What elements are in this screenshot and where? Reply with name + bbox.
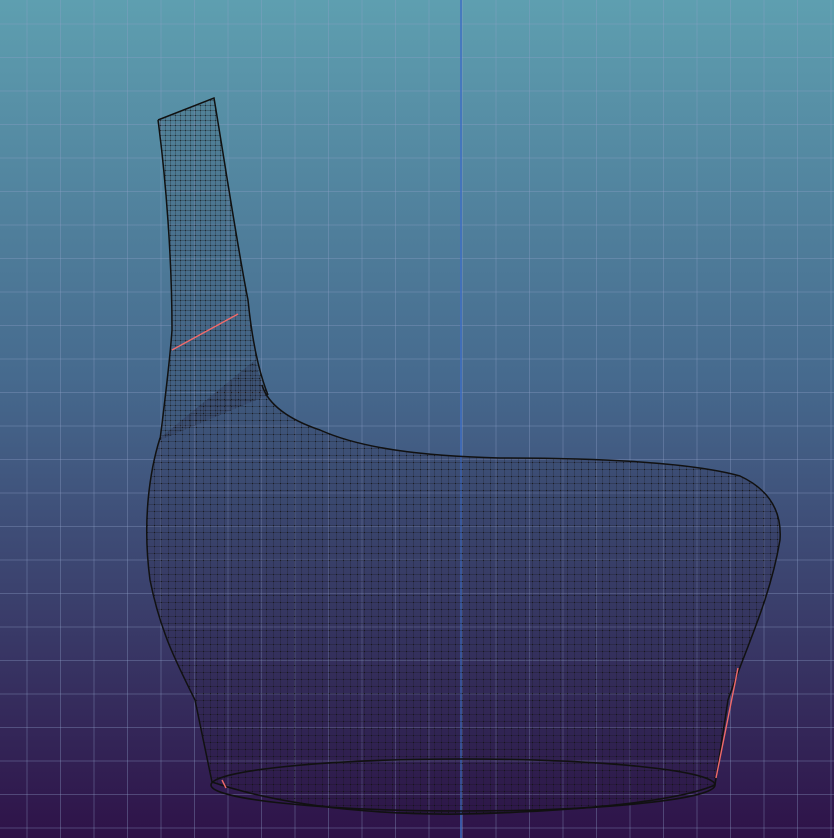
3d-viewport[interactable]: [0, 0, 834, 838]
viewport-canvas[interactable]: [0, 0, 834, 838]
